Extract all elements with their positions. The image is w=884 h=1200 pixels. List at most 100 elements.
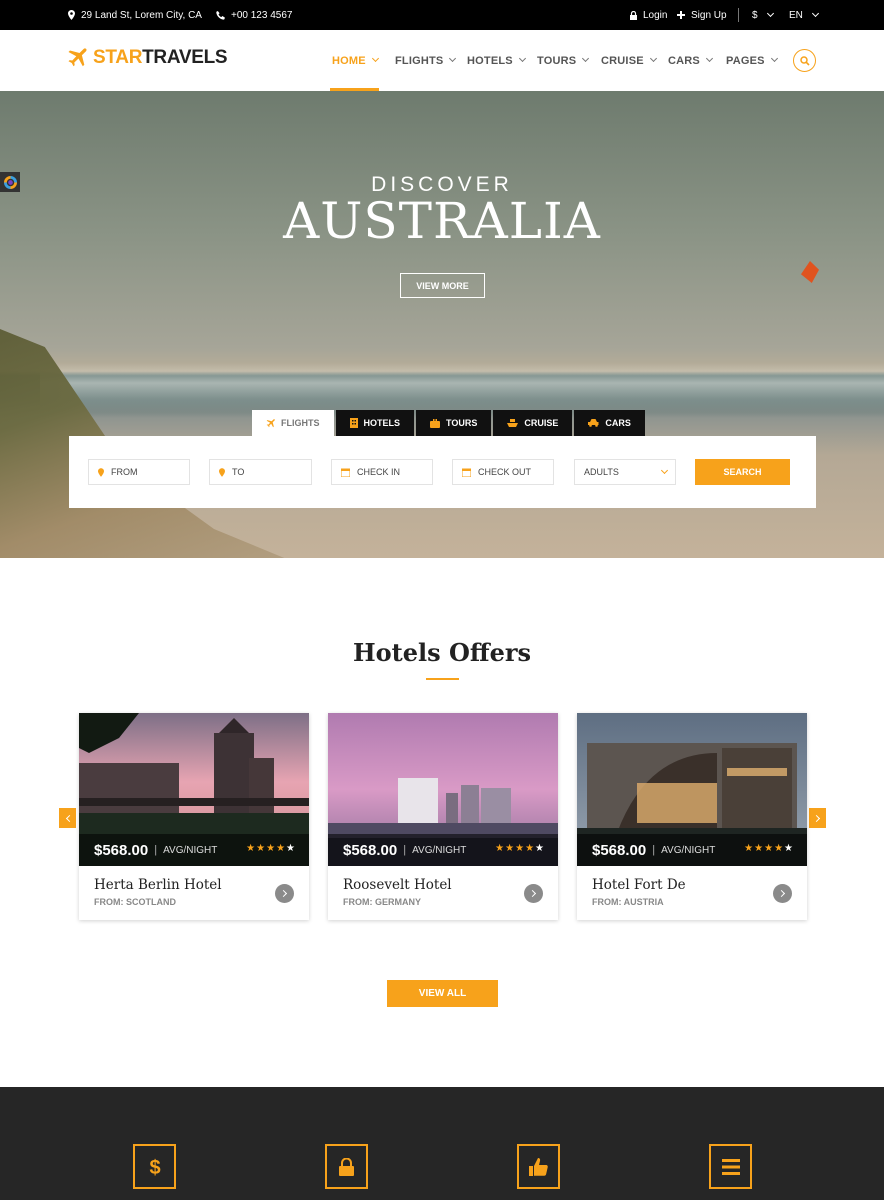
card-arrow-button[interactable] bbox=[275, 884, 294, 903]
card-arrow-button[interactable] bbox=[773, 884, 792, 903]
to-placeholder: TO bbox=[232, 467, 245, 477]
nav-cruise-label: CRUISE bbox=[601, 54, 644, 67]
signup-label: Sign Up bbox=[691, 9, 727, 21]
chevron-right-icon bbox=[777, 889, 786, 898]
menu-icon bbox=[721, 1158, 740, 1175]
hotel-name: Herta Berlin Hotel bbox=[94, 877, 222, 893]
features-section: $ bbox=[0, 1087, 884, 1200]
chevron-left-icon bbox=[65, 814, 73, 822]
title-underline bbox=[426, 678, 459, 680]
feature-price-box: $ bbox=[133, 1144, 176, 1189]
chevron-down-icon bbox=[582, 54, 590, 63]
nav-cars[interactable]: CARS bbox=[668, 30, 714, 91]
hotel-origin: FROM: GERMANY bbox=[343, 897, 421, 907]
currency-select[interactable]: $ bbox=[752, 0, 774, 30]
chevron-down-icon bbox=[770, 54, 778, 63]
chevron-down-icon bbox=[811, 9, 819, 18]
nav-flights-label: FLIGHTS bbox=[395, 54, 444, 67]
airplane-icon bbox=[68, 48, 87, 67]
ship-icon bbox=[507, 418, 519, 427]
tab-cars[interactable]: CARS bbox=[574, 410, 645, 436]
nav-cruise[interactable]: CRUISE bbox=[601, 30, 657, 91]
view-more-button[interactable]: VIEW MORE bbox=[400, 273, 485, 298]
search-button[interactable]: SEARCH bbox=[695, 459, 790, 485]
language-value: EN bbox=[789, 9, 803, 21]
section-title-hotels: Hotels Offers bbox=[352, 638, 532, 667]
logo-text-travels: TRAVELS bbox=[142, 47, 228, 68]
topbar-divider bbox=[738, 8, 739, 22]
chevron-down-icon bbox=[660, 466, 669, 475]
building-icon bbox=[349, 418, 358, 428]
phone-item: +00 123 4567 bbox=[216, 0, 292, 30]
tab-hotels[interactable]: HOTELS bbox=[335, 410, 415, 436]
currency-value: $ bbox=[752, 9, 758, 21]
nav-flights[interactable]: FLIGHTS bbox=[395, 30, 457, 91]
lock-icon bbox=[339, 1157, 354, 1176]
language-select[interactable]: EN bbox=[789, 0, 819, 30]
lock-icon bbox=[630, 10, 637, 20]
price: $568.00 bbox=[94, 841, 149, 859]
site-logo[interactable]: STAR TRAVELS bbox=[67, 47, 228, 69]
feature-security-box bbox=[325, 1144, 368, 1189]
tab-tours-label: TOURS bbox=[446, 418, 478, 428]
adults-value: ADULTS bbox=[584, 467, 619, 477]
price: $568.00 bbox=[592, 841, 647, 859]
checkout-field[interactable]: CHECK OUT bbox=[452, 459, 554, 485]
star-rating: ★★★★★ bbox=[495, 843, 545, 854]
hero-surf bbox=[40, 363, 884, 413]
top-bar: 29 Land St, Lorem City, CA +00 123 4567 … bbox=[0, 0, 884, 30]
suitcase-icon bbox=[430, 418, 441, 428]
tab-cruise-label: CRUISE bbox=[524, 418, 559, 428]
address-text: 29 Land St, Lorem City, CA bbox=[81, 9, 202, 21]
carousel-prev-button[interactable] bbox=[59, 808, 76, 828]
checkin-placeholder: CHECK IN bbox=[357, 467, 401, 477]
chevron-down-icon bbox=[371, 54, 379, 63]
tab-cruise[interactable]: CRUISE bbox=[493, 410, 573, 436]
chevron-down-icon bbox=[649, 54, 657, 63]
from-field[interactable]: FROM bbox=[88, 459, 190, 485]
chevron-right-icon bbox=[812, 814, 820, 822]
price-overlay: $568.00 | AVG/NIGHT ★★★★★ bbox=[577, 834, 807, 866]
map-pin-icon bbox=[68, 10, 75, 20]
tab-flights[interactable]: FLIGHTS bbox=[252, 410, 334, 436]
hotel-origin: FROM: AUSTRIA bbox=[592, 897, 664, 907]
to-field[interactable]: TO bbox=[209, 459, 312, 485]
chevron-right-icon bbox=[279, 889, 288, 898]
price-overlay: $568.00 | AVG/NIGHT ★★★★★ bbox=[328, 834, 558, 866]
nav-hotels[interactable]: HOTELS bbox=[467, 30, 526, 91]
carousel-next-button[interactable] bbox=[809, 808, 826, 828]
header-search-button[interactable] bbox=[793, 49, 816, 72]
checkin-field[interactable]: CHECK IN bbox=[331, 459, 433, 485]
address-item: 29 Land St, Lorem City, CA bbox=[68, 0, 202, 30]
hotel-name: Hotel Fort De bbox=[592, 877, 686, 893]
login-label: Login bbox=[643, 9, 668, 21]
adults-select[interactable]: ADULTS bbox=[574, 459, 676, 485]
price-unit: AVG/NIGHT bbox=[412, 844, 467, 856]
main-header: STAR TRAVELS HOME FLIGHTS HOTELS TOURS CR… bbox=[0, 30, 884, 91]
nav-pages[interactable]: PAGES bbox=[726, 30, 778, 91]
signup-link[interactable]: Sign Up bbox=[677, 0, 727, 30]
login-link[interactable]: Login bbox=[630, 0, 667, 30]
view-all-button[interactable]: VIEW ALL bbox=[387, 980, 498, 1007]
chevron-down-icon bbox=[705, 54, 714, 63]
tab-tours[interactable]: TOURS bbox=[416, 410, 492, 436]
calendar-icon bbox=[341, 468, 350, 477]
chevron-down-icon bbox=[518, 54, 526, 63]
price: $568.00 bbox=[343, 841, 398, 859]
svg-text:$: $ bbox=[149, 1157, 160, 1178]
hotel-origin: FROM: SCOTLAND bbox=[94, 897, 176, 907]
phone-icon bbox=[216, 10, 225, 20]
hotel-card[interactable]: $568.00 | AVG/NIGHT ★★★★★ Roosevelt Hote… bbox=[328, 713, 558, 920]
hotel-card[interactable]: $568.00 | AVG/NIGHT ★★★★★ Hotel Fort De … bbox=[577, 713, 807, 920]
nav-tours[interactable]: TOURS bbox=[537, 30, 590, 91]
checkout-placeholder: CHECK OUT bbox=[478, 467, 532, 477]
thumbs-up-icon bbox=[528, 1157, 548, 1176]
calendar-icon bbox=[462, 468, 471, 477]
chevron-right-icon bbox=[528, 889, 537, 898]
nav-home[interactable]: HOME bbox=[332, 30, 379, 91]
search-tabs: FLIGHTS HOTELS TOURS CRUISE CARS bbox=[252, 410, 647, 436]
price-unit: AVG/NIGHT bbox=[163, 844, 218, 856]
card-arrow-button[interactable] bbox=[524, 884, 543, 903]
price-overlay: $568.00 | AVG/NIGHT ★★★★★ bbox=[79, 834, 309, 866]
hotel-card[interactable]: $568.00 | AVG/NIGHT ★★★★★ Herta Berlin H… bbox=[79, 713, 309, 920]
